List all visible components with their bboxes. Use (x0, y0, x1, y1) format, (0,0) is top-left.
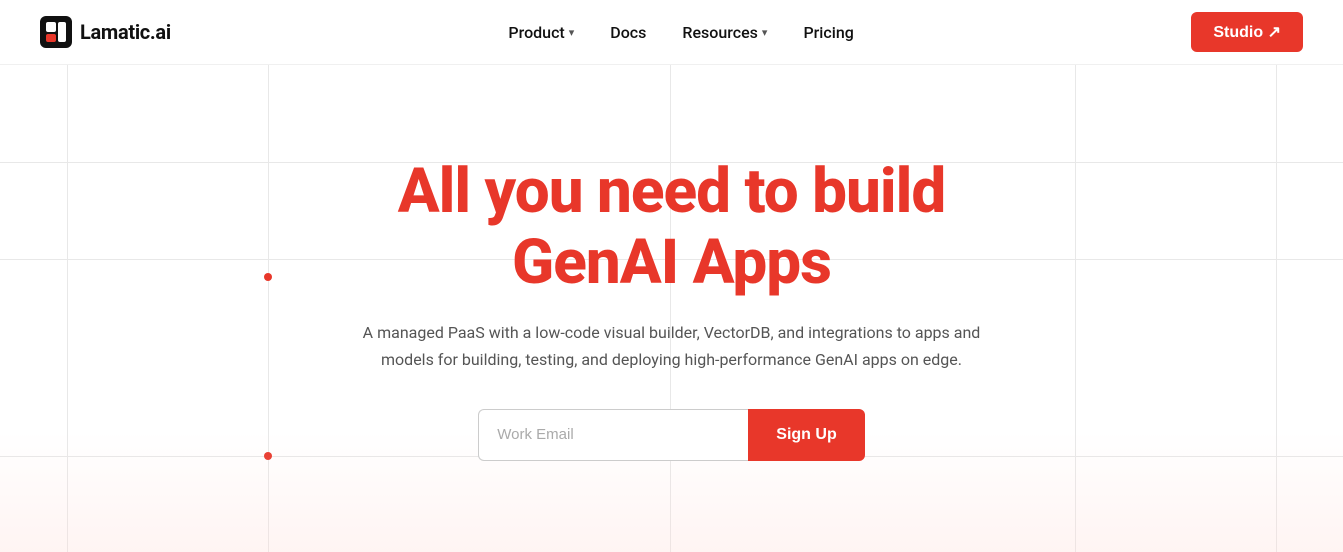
hero-subtitle: A managed PaaS with a low-code visual bu… (362, 319, 982, 373)
navbar: Lamatic.ai Product ▾ Docs Resources ▾ Pr… (0, 0, 1343, 65)
email-input[interactable] (478, 409, 748, 461)
red-dot (264, 452, 272, 460)
grid-line (1075, 65, 1076, 552)
nav-resources-label: Resources (682, 23, 758, 42)
chevron-down-icon: ▾ (569, 26, 575, 39)
hero-title-line2: GenAI Apps (512, 226, 831, 299)
studio-button[interactable]: Studio ↗ (1191, 12, 1303, 52)
nav-docs[interactable]: Docs (610, 23, 646, 42)
logo[interactable]: Lamatic.ai (40, 16, 171, 48)
hero-section: All you need to build GenAI Apps A manag… (0, 65, 1343, 552)
nav-product[interactable]: Product ▾ (508, 23, 574, 42)
nav-pricing[interactable]: Pricing (803, 23, 853, 42)
nav-links: Product ▾ Docs Resources ▾ Pricing (508, 23, 853, 42)
nav-right: Studio ↗ (1191, 12, 1303, 52)
chevron-down-icon-resources: ▾ (762, 26, 768, 39)
cta-row: Sign Up (478, 409, 864, 461)
nav-resources[interactable]: Resources ▾ (682, 23, 767, 42)
studio-label: Studio ↗ (1213, 22, 1281, 42)
logo-text: Lamatic.ai (80, 20, 171, 44)
signup-label: Sign Up (776, 426, 836, 443)
signup-button[interactable]: Sign Up (748, 409, 864, 461)
red-dot (264, 273, 272, 281)
hero-title: All you need to build GenAI Apps (398, 156, 946, 299)
nav-pricing-label: Pricing (803, 23, 853, 42)
hero-title-line1: All you need to build (398, 155, 946, 228)
nav-docs-label: Docs (610, 23, 646, 42)
grid-line (268, 65, 269, 552)
nav-product-label: Product (508, 23, 564, 42)
grid-line (67, 65, 68, 552)
grid-line (1276, 65, 1277, 552)
hero-content: All you need to build GenAI Apps A manag… (362, 156, 982, 461)
logo-icon (40, 16, 72, 48)
